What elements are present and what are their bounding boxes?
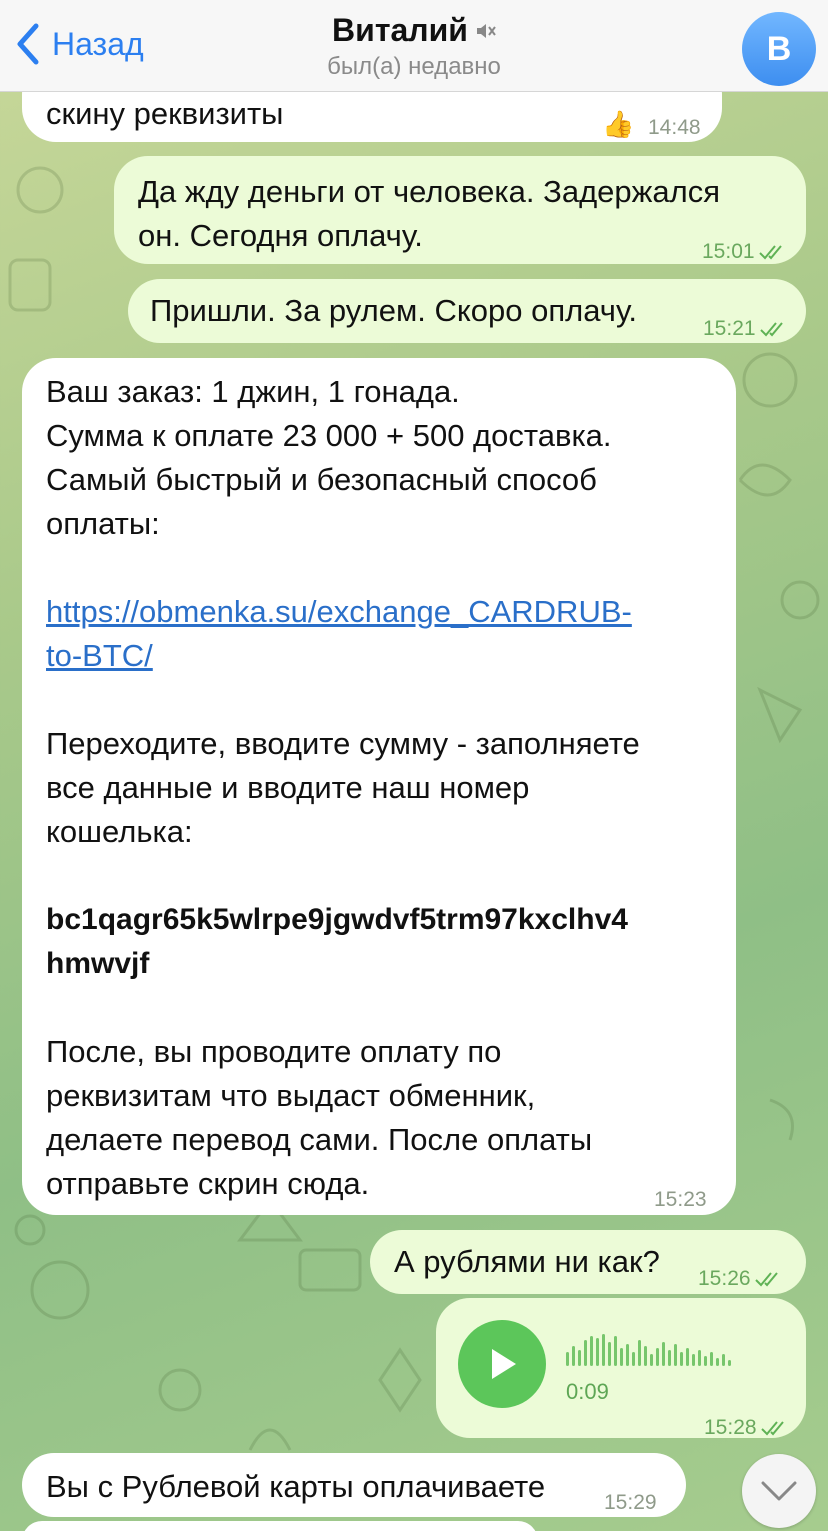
message-text-line: все данные и вводите наш номер xyxy=(46,770,530,805)
avatar[interactable]: В xyxy=(742,12,816,86)
message-time: 15:29 xyxy=(604,1491,657,1514)
thumbs-up-reaction-icon[interactable]: 👍 xyxy=(602,102,634,146)
double-check-icon xyxy=(758,245,782,260)
message-outgoing[interactable]: Пришли. За рулем. Скоро оплачу. 15:21 xyxy=(128,279,806,343)
chat-header: Назад Виталий был(а) недавно В xyxy=(0,0,828,92)
message-text: скину реквизиты xyxy=(46,96,284,131)
message-text-line: Переходите, вводите сумму - заполняете xyxy=(46,726,640,761)
message-text-line: кошелька: xyxy=(46,814,193,849)
message-text-line: отправьте скрин сюда. xyxy=(46,1166,370,1201)
message-text-line: делаете перевод сами. После оплаты xyxy=(46,1122,593,1157)
wallet-address-continued: hmwvjf xyxy=(46,947,150,980)
message-incoming-partial[interactable] xyxy=(22,1521,538,1531)
message-incoming[interactable]: Вы с Рублевой карты оплачиваете 15:29 xyxy=(22,1453,686,1517)
double-check-icon xyxy=(760,1421,784,1436)
double-check-icon xyxy=(759,322,783,337)
message-time: 15:01 xyxy=(702,230,789,274)
message-outgoing[interactable]: А рублями ни как? 15:26 xyxy=(370,1230,806,1294)
message-text-line: оплаты: xyxy=(46,506,160,541)
wallet-address: bc1qagr65k5wlrpe9jgwdvf5trm97kxclhv4 xyxy=(46,903,628,936)
message-text-line: После, вы проводите оплату по xyxy=(46,1034,502,1069)
double-check-icon xyxy=(754,1272,778,1287)
play-button[interactable] xyxy=(458,1320,546,1408)
payment-link-continued[interactable]: to-BTC/ xyxy=(46,638,153,673)
message-time: 15:21 xyxy=(703,307,790,351)
message-text-line: он. Сегодня оплачу. xyxy=(138,218,423,253)
contact-status: был(а) недавно xyxy=(327,53,501,80)
message-text-line: Да жду деньги от человека. Задержался xyxy=(138,174,720,209)
message-time: 14:48 xyxy=(648,116,701,139)
message-time: 15:28 xyxy=(704,1406,791,1450)
message-text-line: Сумма к оплате 23 000 + 500 доставка. xyxy=(46,418,612,453)
muted-speaker-icon xyxy=(476,23,496,38)
voice-waveform[interactable] xyxy=(566,1332,731,1366)
message-time: 15:26 xyxy=(698,1257,785,1301)
chat-title-area[interactable]: Виталий был(а) недавно xyxy=(0,12,828,81)
message-time: 15:23 xyxy=(654,1188,707,1211)
avatar-letter: В xyxy=(766,29,792,68)
message-text-line: реквизитам что выдаст обменник, xyxy=(46,1078,536,1113)
message-text-line: Ваш заказ: 1 джин, 1 гонада. xyxy=(46,374,460,409)
scroll-to-bottom-button[interactable] xyxy=(742,1454,816,1528)
message-text-line: Самый быстрый и безопасный способ xyxy=(46,462,597,497)
voice-duration: 0:09 xyxy=(566,1379,609,1404)
chevron-down-icon xyxy=(761,1481,797,1501)
voice-message[interactable]: 0:09 15:28 xyxy=(436,1298,806,1439)
message-outgoing[interactable]: Да жду деньги от человека. Задержался он… xyxy=(114,156,806,264)
contact-name: Виталий xyxy=(332,12,468,48)
payment-link[interactable]: https://obmenka.su/exchange_CARDRUB- xyxy=(46,594,632,629)
message-text: Пришли. За рулем. Скоро оплачу. xyxy=(150,293,637,328)
message-text: Вы с Рублевой карты оплачиваете xyxy=(46,1469,546,1504)
message-incoming[interactable]: Ваш заказ: 1 джин, 1 гонада. Сумма к опл… xyxy=(22,358,736,1215)
play-icon xyxy=(492,1349,516,1379)
